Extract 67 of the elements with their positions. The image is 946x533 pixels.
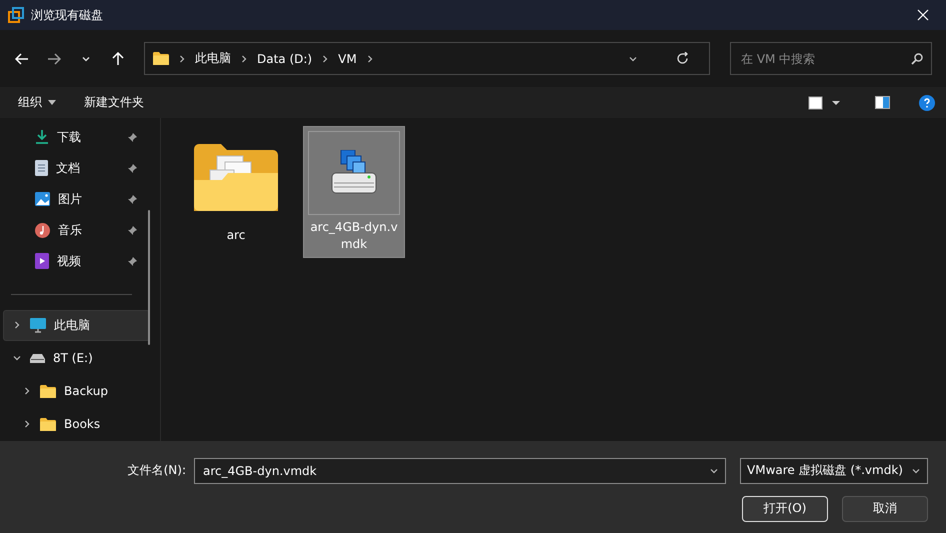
pin-icon[interactable]: [127, 162, 138, 174]
filename-input[interactable]: arc_4GB-dyn.vmdk: [201, 462, 705, 479]
folder-icon: [40, 418, 56, 431]
document-icon: [35, 160, 48, 176]
tree-item[interactable]: Books: [3, 408, 150, 440]
refresh-icon[interactable]: [676, 52, 689, 65]
forward-arrow-icon[interactable]: [47, 52, 61, 64]
close-icon[interactable]: [917, 9, 929, 21]
quick-access-item[interactable]: 下载: [0, 122, 160, 153]
up-arrow-icon[interactable]: [112, 52, 124, 66]
quick-access-item[interactable]: 图片: [0, 184, 160, 215]
file-type-dropdown[interactable]: VMware 虚拟磁盘 (*.vmdk): [740, 458, 928, 484]
expand-chevron-icon[interactable]: [22, 419, 32, 430]
toolbar-button[interactable]: 组织: [18, 94, 56, 111]
quick-access-label: 视频: [57, 252, 82, 270]
breadcrumb[interactable]: Data (D:): [257, 52, 312, 66]
quick-access-label: 图片: [58, 190, 83, 208]
video-icon: [35, 253, 49, 270]
quick-access-label: 文档: [56, 160, 81, 177]
quick-access-label: 下载: [57, 128, 82, 146]
tree-item-label: Books: [64, 417, 102, 432]
breadcrumb-chevron-icon[interactable]: [177, 54, 187, 64]
tree-item[interactable]: 8T (E:): [3, 342, 150, 374]
music-icon: [35, 222, 50, 238]
expand-chevron-icon[interactable]: [12, 320, 22, 330]
folder-icon: [40, 384, 56, 398]
file-name: arc: [226, 227, 246, 244]
tree-item-label: 此电脑: [54, 316, 91, 334]
quick-access-label: 音乐: [58, 222, 83, 239]
caret-icon[interactable]: [48, 100, 56, 105]
dialog-button[interactable]: 取消: [842, 496, 928, 522]
file-name: arc_4GB-dyn.vmdk: [309, 219, 399, 253]
search-input[interactable]: 在 VM 中搜索: [739, 50, 911, 66]
breadcrumb[interactable]: VM: [338, 52, 357, 66]
pin-icon[interactable]: [127, 256, 138, 267]
download-icon: [35, 129, 49, 146]
breadcrumb-chevron-icon[interactable]: [239, 54, 249, 64]
quick-access-item[interactable]: 音乐: [0, 214, 160, 246]
breadcrumb[interactable]: 此电脑: [195, 50, 231, 67]
tree-item[interactable]: Backup: [3, 376, 150, 407]
picture-icon: [35, 192, 50, 206]
dialog-button[interactable]: 打开(O): [742, 496, 828, 522]
search-field[interactable]: 在 VM 中搜索: [730, 42, 932, 75]
file-tile[interactable]: arc_4GB-dyn.vmdk: [303, 126, 405, 258]
back-arrow-icon[interactable]: [15, 52, 29, 64]
folder-icon: [194, 143, 278, 211]
tree-item-label: 8T (E:): [53, 351, 94, 366]
pin-icon[interactable]: [127, 194, 138, 205]
pin-icon[interactable]: [127, 224, 138, 236]
search-icon: [911, 52, 923, 64]
monitor-icon: [30, 318, 46, 333]
address-bar[interactable]: 此电脑 Data (D:) VM: [144, 42, 710, 75]
expand-chevron-icon[interactable]: [22, 386, 32, 396]
quick-access-item[interactable]: 文档: [0, 152, 160, 184]
filename-field[interactable]: arc_4GB-dyn.vmdk: [194, 458, 726, 484]
drive-icon: [30, 354, 45, 363]
window-title: 浏览现有磁盘: [31, 6, 104, 24]
quick-access-item[interactable]: 视频: [0, 246, 160, 277]
app-logo-icon: [8, 7, 24, 23]
folder-icon: [153, 52, 169, 65]
virtual-disk-icon: [331, 150, 377, 196]
toolbar-button[interactable]: 新建文件夹: [84, 94, 144, 111]
tree-item[interactable]: 此电脑: [3, 310, 150, 341]
pin-icon[interactable]: [127, 132, 138, 143]
filename-label: 文件名(N):: [128, 462, 186, 480]
tree-item-label: Backup: [64, 384, 109, 398]
file-tile[interactable]: arc: [185, 126, 287, 258]
